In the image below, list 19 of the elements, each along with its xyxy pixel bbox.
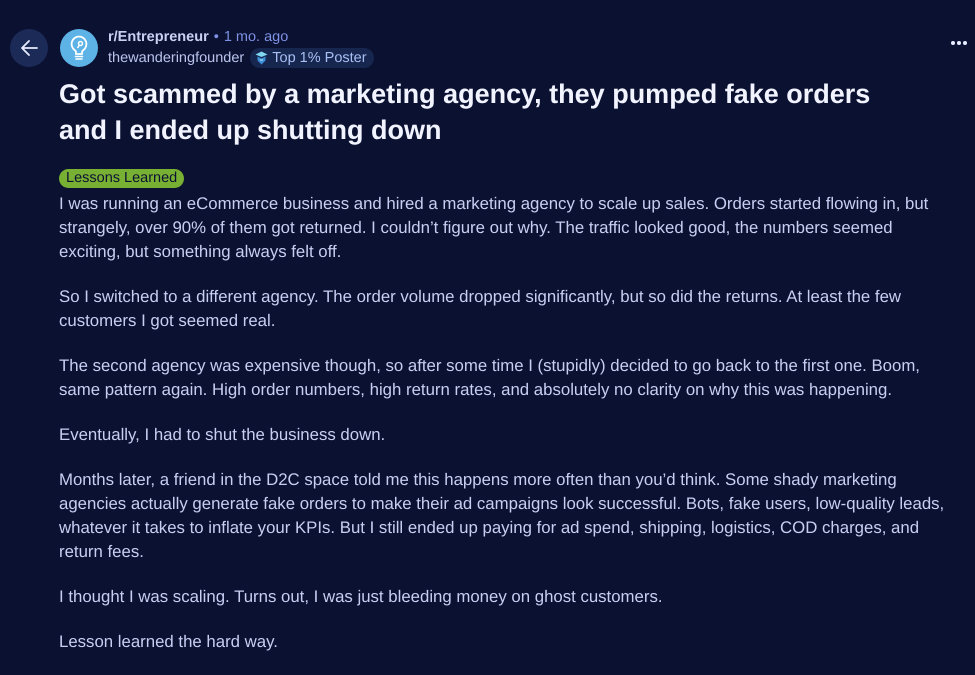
post-time: 1 mo. ago <box>224 28 288 46</box>
post-paragraph: I thought I was scaling. Turns out, I was just bleeding money on ghost customers. <box>59 586 664 608</box>
separator-dot: • <box>214 28 219 46</box>
more-options-icon[interactable] <box>951 40 967 46</box>
award-icon <box>255 51 268 65</box>
post-flair[interactable]: Lessons Learned <box>59 169 184 188</box>
post-paragraph: Months later, a friend in the D2C space told me this happens more often than you’d think. Some shady marketing agencies actually generate fake orders to make their ad campaigns look successful. Bots, fake users, low-quality leads, whatever it takes to inflate your KPIs. But I still ended up paying for ad spend, shipping, logistics, COD charges, and return fees. <box>59 469 946 563</box>
author-badge: Top 1% Poster <box>250 48 374 68</box>
back-arrow-icon <box>19 38 39 58</box>
post-paragraph: Eventually, I had to shut the business down. <box>59 424 386 446</box>
post-paragraph: I was running an eCommerce business and hired a marketing agency to scale up sales. Orders started flowing in, but strangely, over 90% of them got returned. I couldn’t figure out why. The traffic looked good, the numbers seemed exciting, but something always felt off. <box>59 193 930 263</box>
post-paragraph: Lesson learned the hard way. <box>59 631 279 653</box>
author-name[interactable]: thewanderingfounder <box>108 48 244 68</box>
post-title: Got scammed by a marketing agency, they pumped fake orders and I ended up shutting down <box>59 78 872 147</box>
lightbulb-icon[interactable] <box>60 29 98 67</box>
subreddit-name[interactable]: r/Entrepreneur <box>108 28 209 46</box>
post-paragraph: The second agency was expensive though, so after some time I (stupidly) decided to go back to the first one. Boom, same pattern again. High order numbers, high return rates, and absolutely no clarity on why this was happening. <box>59 355 921 401</box>
post-paragraph: So I switched to a different agency. The order volume dropped significantly, but so did the returns. At least the few customers I got seemed real. <box>59 286 902 332</box>
back-button[interactable] <box>10 29 48 67</box>
